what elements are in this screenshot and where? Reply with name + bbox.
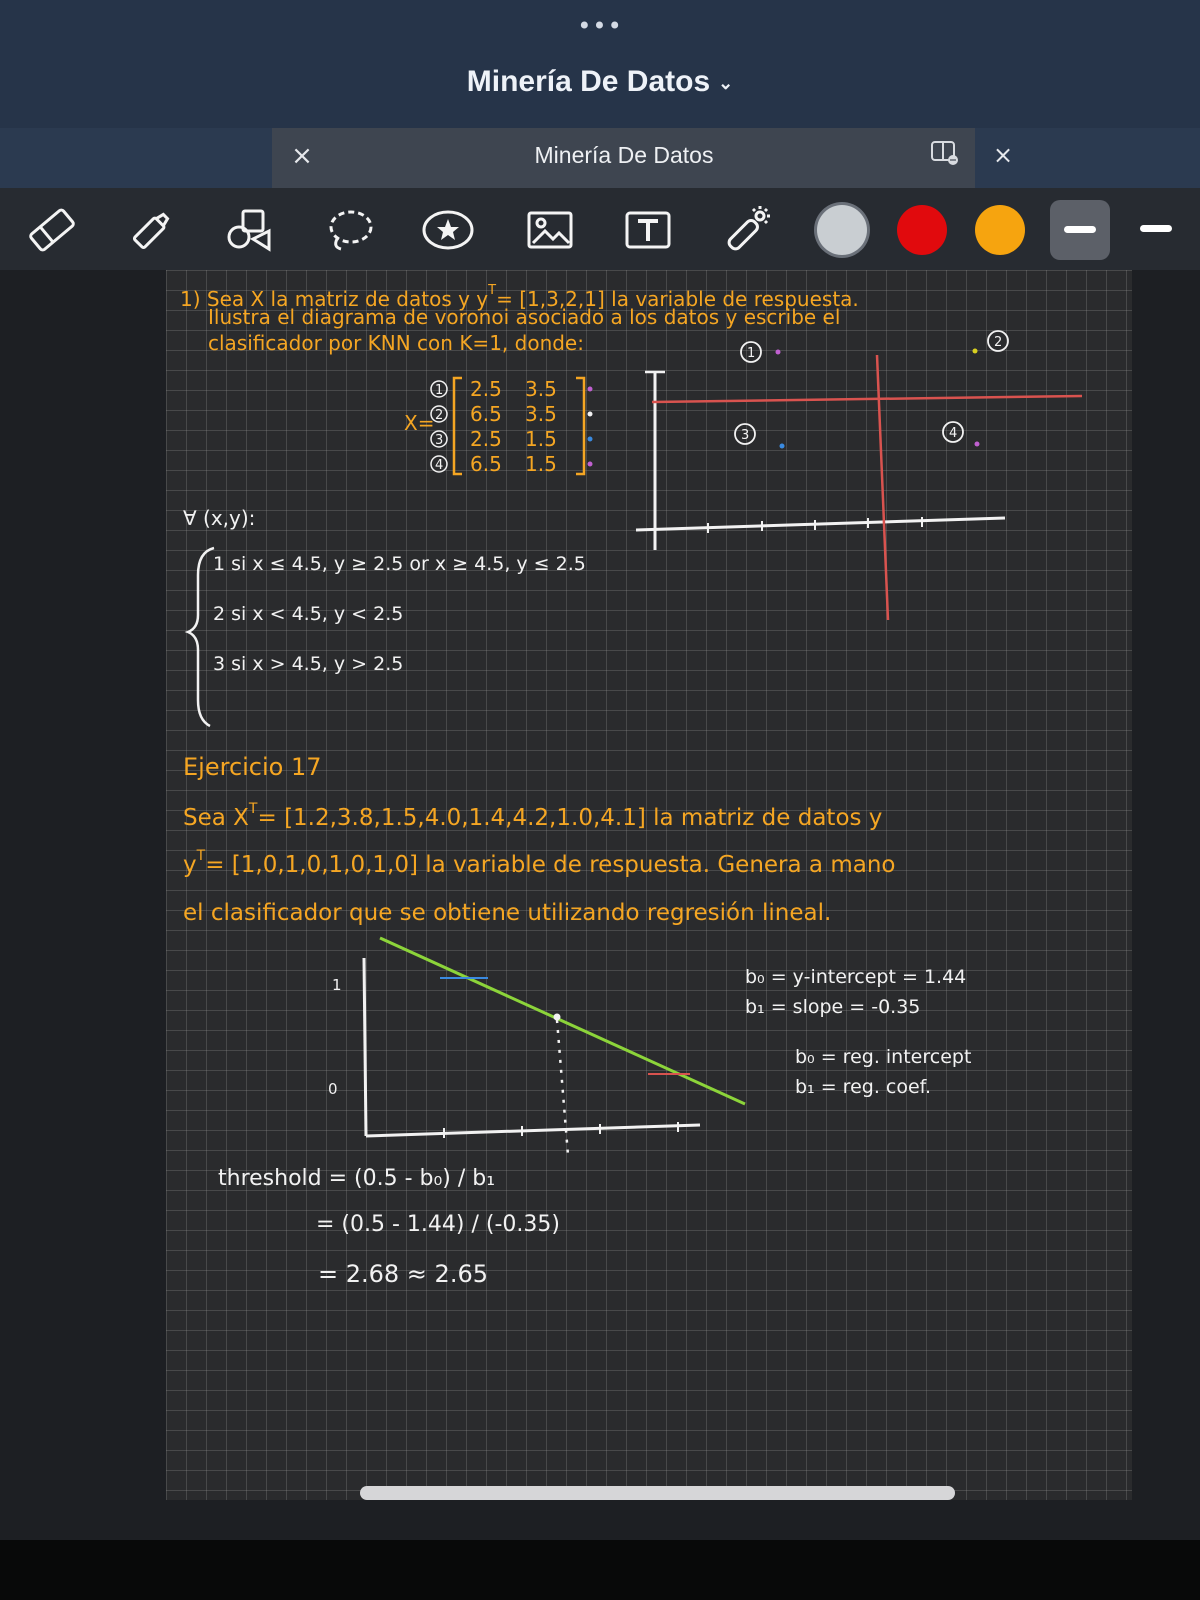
matrix-cell: 6.5	[470, 452, 502, 476]
threshold-substitution: = (0.5 - 1.44) / (-0.35)	[316, 1212, 560, 1237]
plot-point-label: 2	[994, 335, 1002, 350]
plot-point-label: 3	[741, 428, 749, 443]
matrix-cell: 3.5	[525, 377, 557, 401]
data-matrix: X= 1 2 3 4 2.5 3.5 6.5 3.5 2.5 1.5 6.5 1.5	[404, 376, 593, 476]
axis-label-zero: 0	[328, 1080, 338, 1098]
matrix-cell: 6.5	[470, 402, 502, 426]
matrix-row-id: 1	[435, 383, 443, 398]
matrix-row-id: 4	[435, 458, 443, 473]
p2-line1: Sea XT= [1.2,3.8,1.5,4.0,1.4,4.2,1.0,4.1…	[183, 801, 882, 831]
threshold-result: = 2.68 ≈ 2.65	[318, 1260, 488, 1288]
b0-value: b₀ = y-intercept = 1.44	[745, 966, 966, 988]
forall-label: ∀ (x,y):	[183, 506, 255, 530]
exercise-heading: Ejercicio 17	[183, 753, 322, 781]
p1-line2: Ilustra el diagrama de voronoi asociado …	[208, 305, 840, 329]
matrix-row-id: 3	[435, 433, 443, 448]
b0-definition: b₀ = reg. intercept	[795, 1046, 971, 1068]
matrix-cell: 3.5	[525, 402, 557, 426]
axis-label-one: 1	[332, 976, 342, 994]
matrix-label: X=	[404, 411, 434, 435]
threshold-formula: threshold = (0.5 - b₀) / b₁	[218, 1166, 495, 1191]
voronoi-plot: 1 2 3 4	[635, 330, 1083, 621]
p1-line3: clasificador por KNN con K=1, donde:	[208, 331, 584, 355]
p2-line2: yT= [1,0,1,0,1,0,1,0] la variable de res…	[183, 848, 895, 878]
handwriting-layer: 1) Sea X la matriz de datos y yT= [1,3,2…	[180, 283, 1083, 1288]
case-1: 1 si x ≤ 4.5, y ≥ 2.5 or x ≥ 4.5, y ≤ 2.…	[213, 553, 586, 575]
matrix-row-id: 2	[435, 408, 443, 423]
p2-line3: el clasificador que se obtiene utilizand…	[183, 900, 831, 926]
matrix-cell: 2.5	[470, 427, 502, 451]
case-2: 2 si x < 4.5, y < 2.5	[213, 603, 403, 625]
matrix-cell: 2.5	[470, 377, 502, 401]
plot-point-label: 4	[949, 426, 957, 441]
regression-plot: 1 0	[328, 936, 746, 1156]
case-3: 3 si x > 4.5, y > 2.5	[213, 653, 403, 675]
matrix-cell: 1.5	[525, 452, 557, 476]
b1-value: b₁ = slope = -0.35	[745, 996, 920, 1018]
matrix-cell: 1.5	[525, 427, 557, 451]
b1-definition: b₁ = reg. coef.	[795, 1076, 931, 1098]
plot-point-label: 1	[747, 346, 755, 361]
